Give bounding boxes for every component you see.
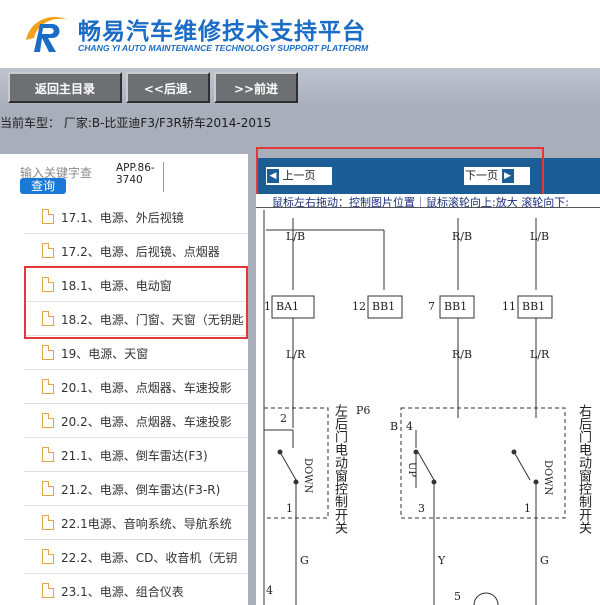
tree-item[interactable]: 20.2、电源、点烟器、车速投影 — [24, 404, 248, 438]
current-model-text: 当前车型： 厂家:B-比亚迪F3/F3R轿车2014-2015 — [0, 116, 272, 130]
document-icon — [42, 481, 54, 496]
refresh-link[interactable]: [刷新当前 — [546, 14, 595, 30]
document-icon — [42, 549, 54, 564]
component-code: P6 — [356, 404, 371, 417]
tree-item[interactable]: 23.1、电源、组合仪表 — [24, 574, 248, 605]
document-icon — [42, 345, 54, 360]
app-code: APP.86-3740 — [116, 162, 164, 192]
tree-item-label: 21.2、电源、倒车雷达(F3-R) — [61, 483, 221, 497]
switch-state-label: DOWN — [302, 458, 313, 494]
tree-item[interactable]: 21.1、电源、倒车雷达(F3) — [24, 438, 248, 472]
pin-label: 4 — [406, 420, 413, 433]
connector-name: BB1 — [444, 300, 468, 313]
connector-pin: 11 — [502, 300, 516, 313]
wire-label: R/B — [452, 348, 473, 361]
sidebar: 输入关键字查 查询 APP.86-3740 17.1、电源、外后视镜 17.2、… — [0, 154, 248, 605]
pin-label: 5 — [454, 590, 461, 603]
document-icon — [42, 379, 54, 394]
logo-icon — [26, 16, 68, 52]
back-button[interactable]: <<后退. — [126, 72, 210, 103]
tree-item[interactable]: 19、电源、天窗 — [24, 336, 248, 370]
document-icon — [42, 447, 54, 462]
wire-label: L/B — [530, 230, 550, 243]
document-icon — [42, 413, 54, 428]
tree-item[interactable]: 17.2、电源、后视镜、点烟器 — [24, 234, 248, 268]
connector-pin: 12 — [352, 300, 366, 313]
pin-label: 3 — [418, 502, 425, 515]
back-to-home-button[interactable]: 返回主目录 — [8, 72, 122, 103]
toolbar: 返回主目录 <<后退. >>前进 — [0, 68, 600, 108]
pin-label: 2 — [280, 412, 287, 425]
tree-item[interactable]: 17.1、电源、外后视镜 — [24, 200, 248, 234]
wire-label: G — [300, 554, 309, 567]
wiring-diagram[interactable]: L/B R/B L/B 1 BA1 12 BB1 7 BB1 11 BB1 L/… — [256, 208, 600, 605]
forward-button[interactable]: >>前进 — [214, 72, 298, 103]
right-switch-title: 右后门电动窗控制开关 — [576, 404, 591, 534]
tree-item[interactable]: 20.1、电源、点烟器、车速投影 — [24, 370, 248, 404]
wire-label: Y — [438, 554, 446, 567]
connector-pin: 1 — [264, 300, 271, 313]
tree-item[interactable]: 22.2、电源、CD、收音机（无钥 — [24, 540, 248, 574]
pin-label: 1 — [524, 502, 531, 515]
switch-state-label: DOWN — [542, 460, 553, 496]
connector-name: BA1 — [276, 300, 300, 313]
wiring-lines — [263, 210, 566, 605]
brand-subtitle: CHANG YI AUTO MAINTENANCE TECHNOLOGY SUP… — [78, 43, 369, 53]
pin-label: B — [390, 420, 399, 433]
connector-name: BB1 — [522, 300, 546, 313]
tree-item-label: 17.1、电源、外后视镜 — [61, 211, 184, 225]
wire-label: L/B — [286, 230, 306, 243]
wire-label: R/B — [452, 230, 473, 243]
left-switch-title: 左后门电动窗控制开关 — [332, 404, 347, 534]
wire-label: L/R — [286, 348, 306, 361]
tree-item[interactable]: 22.1电源、音响系统、导航系统 — [24, 506, 248, 540]
highlight-box — [256, 147, 544, 197]
connector-name: BB1 — [372, 300, 396, 313]
panel-splitter[interactable] — [248, 154, 256, 605]
brand-title: 畅易汽车维修技术支持平台 — [78, 19, 366, 45]
tree-item[interactable]: 21.2、电源、倒车雷达(F3-R) — [24, 472, 248, 506]
tree-item-label: 21.1、电源、倒车雷达(F3) — [61, 449, 208, 463]
header: 畅易汽车维修技术支持平台 CHANG YI AUTO MAINTENANCE T… — [0, 0, 600, 68]
document-icon — [42, 583, 54, 598]
highlight-box — [24, 266, 248, 339]
document-icon — [42, 243, 54, 258]
hint-bar: 鼠标左右拖动：控制图片位置｜鼠标滚轮向上:放大 滚轮向下: — [256, 194, 600, 209]
query-button[interactable]: 查询 — [20, 178, 66, 194]
document-icon — [42, 209, 54, 224]
document-icon — [42, 515, 54, 530]
switch-state-label: UP — [406, 462, 417, 478]
wire-label: L/R — [530, 348, 550, 361]
tree-item-label: 23.1、电源、组合仪表 — [61, 585, 184, 599]
tree-item-label: 22.2、电源、CD、收音机（无钥 — [61, 551, 238, 565]
pin-label: 1 — [286, 502, 293, 515]
tree-item-label: 20.2、电源、点烟器、车速投影 — [61, 415, 232, 429]
wire-label: G — [540, 554, 549, 567]
pin-label: 4 — [266, 584, 273, 597]
tree-item-label: 20.1、电源、点烟器、车速投影 — [61, 381, 232, 395]
tree-item-label: 19、电源、天窗 — [61, 347, 149, 361]
tree-item-label: 22.1电源、音响系统、导航系统 — [61, 517, 232, 531]
tree-item-label: 17.2、电源、后视镜、点烟器 — [61, 245, 220, 259]
connector-pin: 7 — [428, 300, 435, 313]
